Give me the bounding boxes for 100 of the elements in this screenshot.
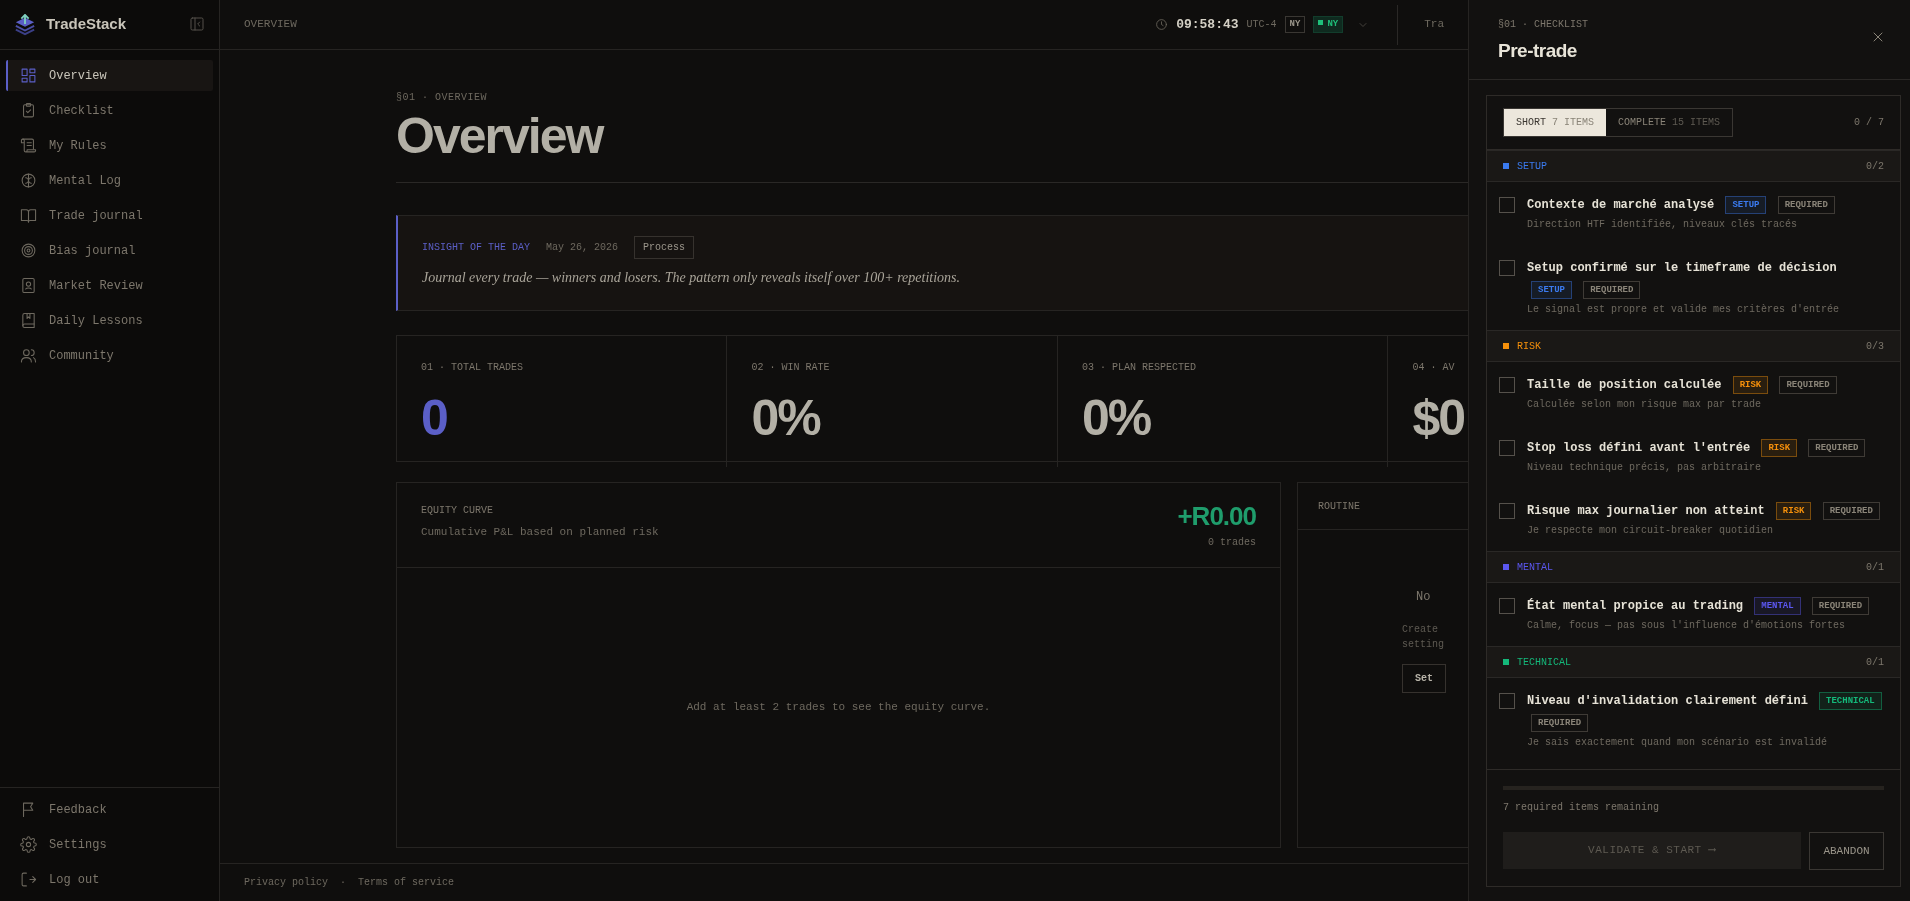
checklist-tab[interactable]: COMPLETE 15 ITEMS	[1606, 109, 1733, 136]
footer-link[interactable]: Terms of service	[358, 875, 455, 890]
section-count: 0/1	[1866, 655, 1884, 670]
section-count: 0/1	[1866, 560, 1884, 575]
stat-value: 0%	[1081, 393, 1152, 443]
stat-value: $0	[1412, 393, 1464, 443]
section-title: MENTAL	[1517, 560, 1553, 575]
insight-date: May 26, 2026	[546, 241, 619, 255]
brain-icon	[20, 172, 37, 189]
item-description: Direction HTF identifiée, niveaux clés tracés	[1527, 218, 1799, 232]
page-title: Overview	[396, 109, 605, 164]
insight-tag: Process	[634, 236, 695, 259]
item-title: Risque max journalier non atteint	[1527, 504, 1765, 518]
separator-dot: ·	[340, 876, 347, 890]
stat-label: 04 · AV	[1412, 361, 1456, 375]
category-tag: RISK	[1775, 502, 1812, 520]
empty-state-text: setting	[1402, 638, 1444, 652]
sidebar-nav-item[interactable]: Overview	[6, 60, 213, 91]
stat-label: 02 · WIN RATE	[751, 361, 831, 375]
required-tag: REQUIRED	[1531, 714, 1589, 732]
checkbox[interactable]	[1499, 377, 1515, 393]
setup-button[interactable]: Set	[1402, 664, 1446, 693]
abandon-button[interactable]: ABANDON	[1809, 832, 1884, 870]
footer-link[interactable]: Privacy policy	[244, 875, 328, 890]
sidebar-footer-item[interactable]: Log out	[6, 864, 213, 895]
drawer-eyebrow: §01 · CHECKLIST	[1498, 18, 1588, 32]
section-count: 0/2	[1866, 159, 1884, 174]
item-description: Je sais exactement quand mon scénario est invalidé	[1527, 736, 1829, 750]
timezone-label: UTC-4	[1246, 18, 1277, 32]
stat-label: 01 · TOTAL TRADES	[421, 361, 525, 375]
section-count: 0/3	[1866, 339, 1884, 354]
book-icon	[20, 207, 37, 224]
item-title: Stop loss défini avant l'entrée	[1527, 441, 1751, 455]
checkbox[interactable]	[1499, 598, 1515, 614]
empty-state-text: Create	[1402, 623, 1439, 637]
item-title: État mental propice au trading	[1527, 599, 1744, 613]
clock-time: 09:58:43	[1176, 15, 1239, 34]
sidebar-nav-item[interactable]: Community	[6, 340, 213, 371]
item-description: Calme, focus — pas sous l'influence d'émotions fortes	[1527, 619, 1847, 633]
stat-value: 0%	[751, 393, 822, 443]
item-title: Niveau d'invalidation clairement défini	[1527, 694, 1808, 708]
trade-count: 0 trades	[1207, 536, 1256, 550]
category-tag: RISK	[1761, 439, 1798, 457]
drawer-title: Pre-trade	[1498, 39, 1578, 63]
panel-collapse-icon	[189, 16, 205, 33]
clock-icon	[1155, 18, 1169, 31]
brand-name: TradeStack	[46, 14, 127, 35]
topbar-label: Tra	[1424, 17, 1444, 33]
sidebar-nav-item[interactable]: Bias journal	[6, 235, 213, 266]
item-title: Setup confirmé sur le timeframe de décision	[1527, 261, 1837, 275]
sidebar-nav-item[interactable]: Daily Lessons	[6, 305, 213, 336]
equity-subtitle: Cumulative P&L based on planned risk	[421, 525, 659, 540]
target-icon	[20, 242, 37, 259]
breadcrumb-label: OVERVIEW	[244, 17, 297, 33]
required-tag: REQUIRED	[1808, 439, 1866, 457]
equity-total: +R0.00	[1177, 503, 1256, 529]
category-tag: SETUP	[1531, 281, 1572, 299]
sidebar-footer-item[interactable]: Feedback	[6, 794, 213, 825]
category-tag: TECHNICAL	[1819, 692, 1882, 710]
item-description: Calculée selon mon risque max par trade	[1527, 398, 1763, 412]
users-icon	[20, 347, 37, 364]
session-badge: NY	[1313, 15, 1344, 34]
checkbox[interactable]	[1499, 503, 1515, 519]
category-tag: SETUP	[1725, 196, 1767, 214]
equity-title: EQUITY CURVE	[421, 504, 494, 518]
portrait-icon	[20, 277, 37, 294]
insight-label: INSIGHT OF THE DAY	[422, 241, 531, 255]
stacked-layers-logo-icon	[14, 13, 36, 36]
required-tag: REQUIRED	[1779, 376, 1837, 394]
item-description: Niveau technique précis, pas arbitraire	[1527, 461, 1763, 475]
insight-quote: Journal every trade — winners and losers. The pattern only reveals itself over 100+ repetitions.	[422, 269, 961, 287]
scroll-icon	[20, 137, 37, 154]
required-tag: REQUIRED	[1822, 502, 1880, 520]
checklist-tab[interactable]: SHORT 7 ITEMS	[1504, 109, 1607, 136]
logout-icon	[20, 871, 37, 888]
empty-state-title: No	[1416, 589, 1431, 606]
checkbox[interactable]	[1499, 260, 1515, 276]
sidebar-nav-item[interactable]: Trade journal	[6, 200, 213, 231]
required-tag: REQUIRED	[1811, 597, 1870, 615]
category-tag: MENTAL	[1754, 597, 1801, 615]
sidebar-nav-item[interactable]: Checklist	[6, 95, 213, 126]
section-title: TECHNICAL	[1517, 655, 1571, 670]
section-title: RISK	[1517, 339, 1541, 354]
progress-count: 0 / 7	[1854, 116, 1884, 130]
checkbox[interactable]	[1499, 693, 1515, 709]
category-tag: RISK	[1732, 376, 1769, 394]
item-title: Contexte de marché analysé	[1527, 198, 1715, 212]
session-badge: NY	[1284, 15, 1306, 34]
empty-state-message: Add at least 2 trades to see the equity curve.	[685, 700, 992, 716]
grid-icon	[20, 67, 37, 84]
sidebar-nav-item[interactable]: My Rules	[6, 130, 213, 161]
required-tag: REQUIRED	[1583, 281, 1641, 299]
checkbox[interactable]	[1499, 440, 1515, 456]
stat-value: 0	[421, 393, 448, 443]
sidebar-footer-item[interactable]: Settings	[6, 829, 213, 860]
stat-label: 03 · PLAN RESPECTED	[1081, 361, 1197, 375]
notebook-icon	[20, 312, 37, 329]
sidebar-nav-item[interactable]: Mental Log	[6, 165, 213, 196]
sidebar-nav-item[interactable]: Market Review	[6, 270, 213, 301]
checkbox[interactable]	[1499, 197, 1515, 213]
